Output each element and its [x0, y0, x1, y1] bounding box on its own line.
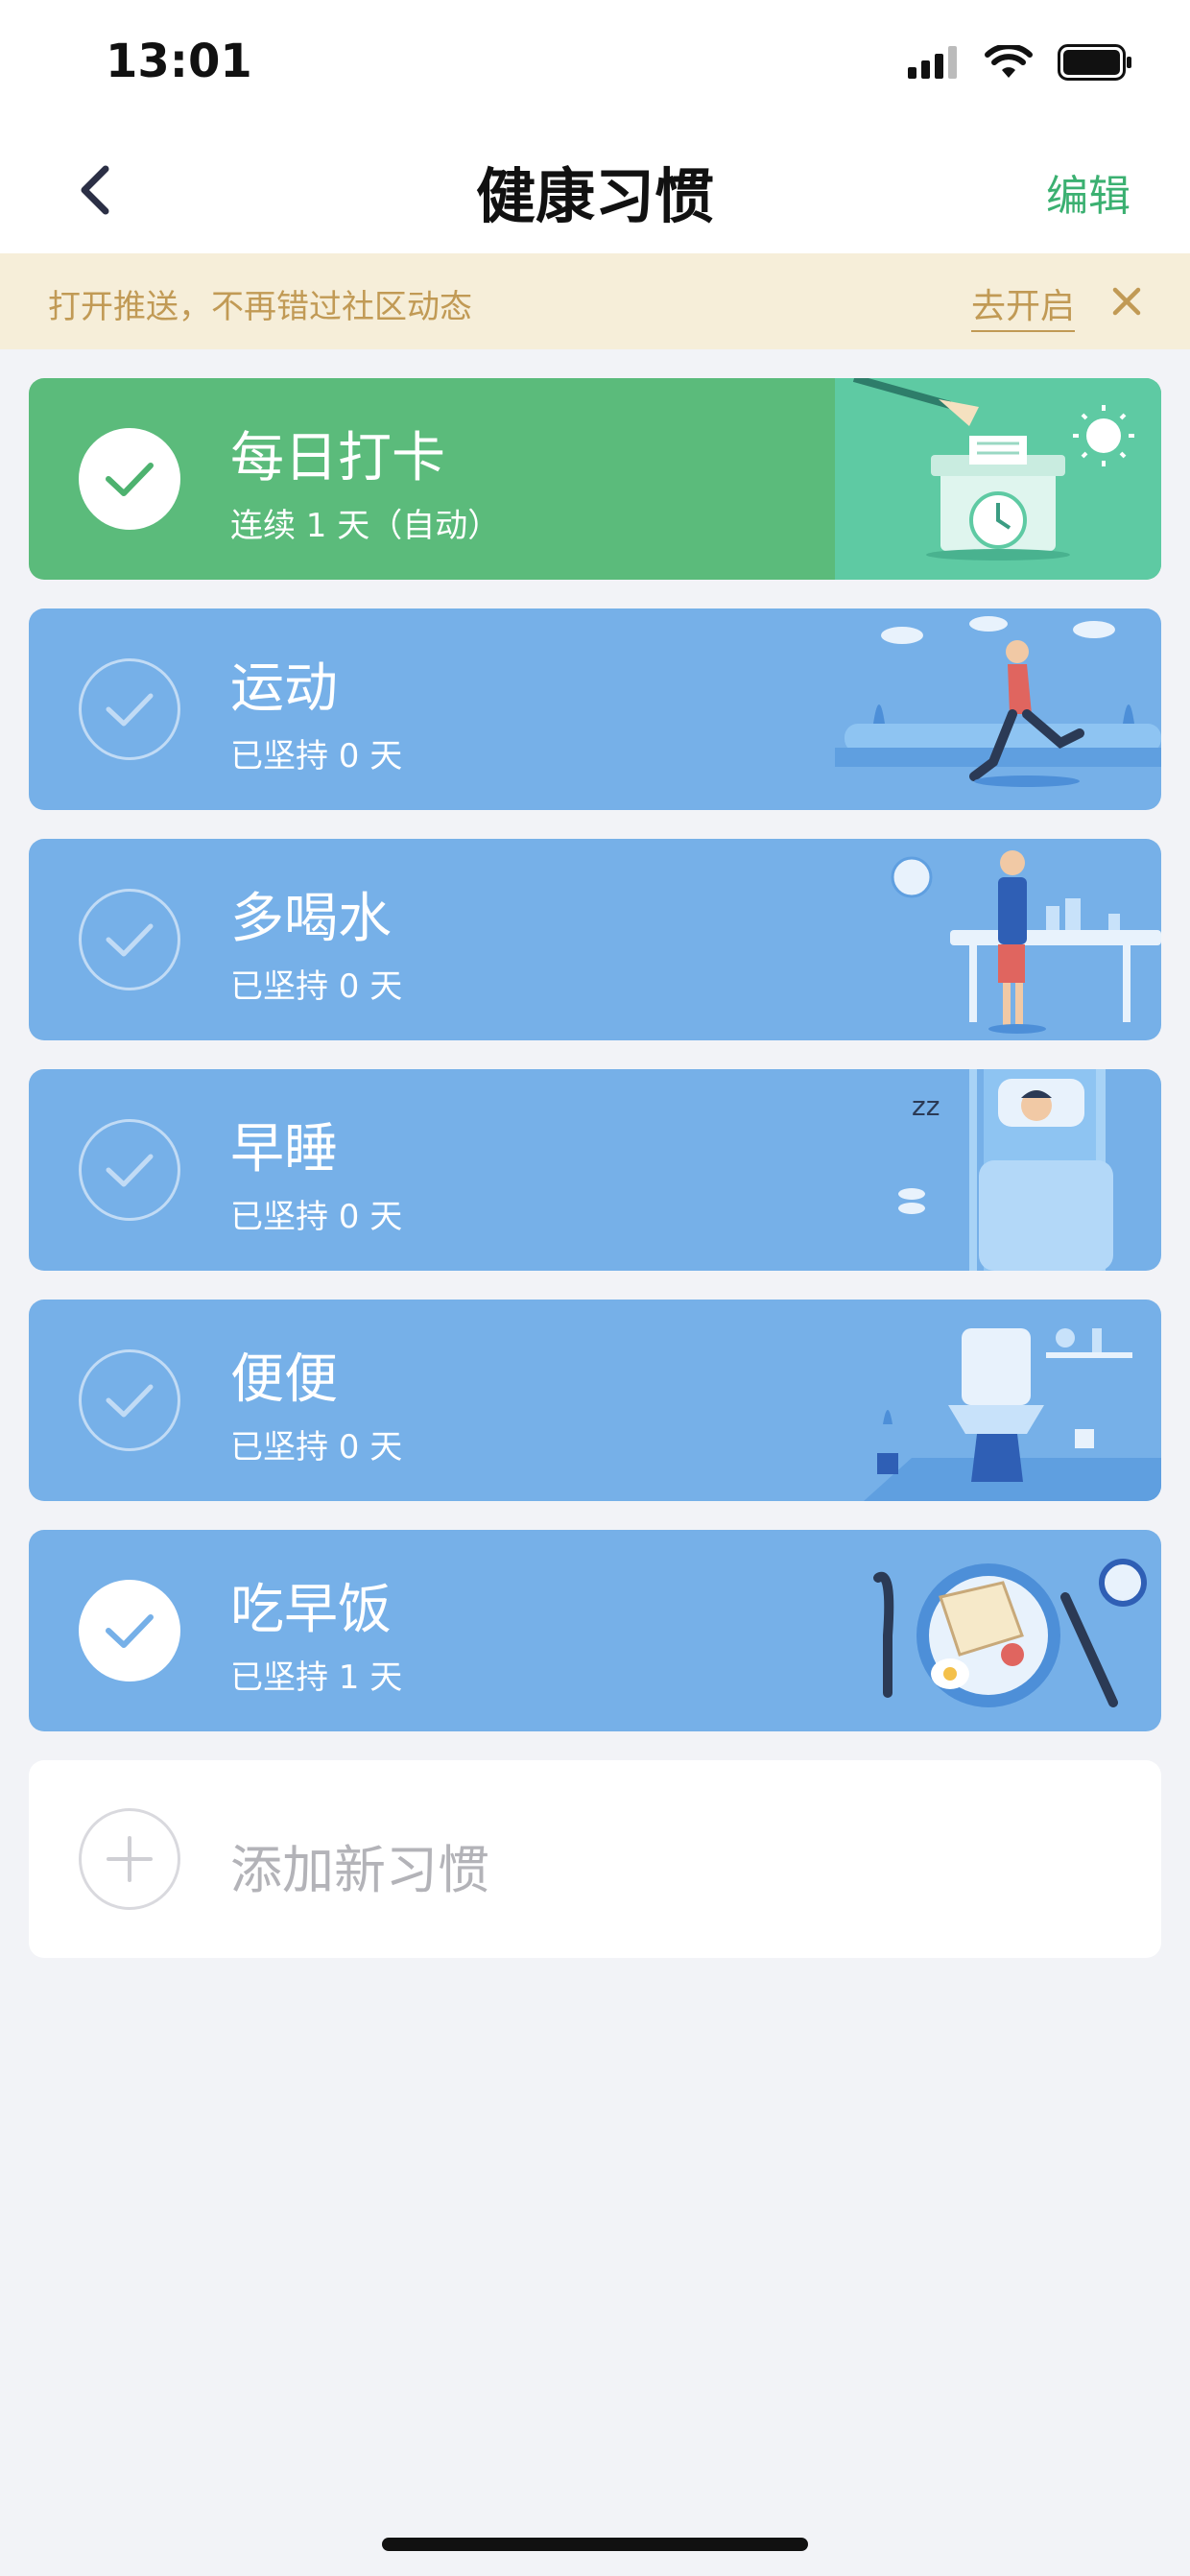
habit-card-bowel[interactable]: 便便 已坚持 0 天 [29, 1300, 1161, 1501]
checkmark-done-button[interactable] [79, 1580, 180, 1682]
plus-circle [79, 1808, 180, 1910]
check-icon [106, 693, 154, 727]
status-time: 13:01 [106, 35, 252, 88]
checkmark-todo-button[interactable] [79, 889, 180, 990]
runner-icon [835, 616, 1161, 787]
toilet-icon [864, 1328, 1161, 1501]
habit-card-sleep-early[interactable]: 早睡 已坚持 0 天 zz [29, 1069, 1161, 1271]
habit-subtitle: 已坚持 1 天 [230, 1658, 403, 1697]
habit-title: 运动 [230, 657, 338, 720]
habit-title: 多喝水 [230, 888, 392, 950]
health-habits-page: 13:01 健康习惯 编辑 打开推送，不再错过社区动态 去开启 每日打卡 连续 … [0, 0, 1190, 2576]
check-icon [106, 1384, 154, 1418]
habit-card-daily-checkin[interactable]: 每日打卡 连续 1 天（自动） [29, 378, 1161, 580]
habit-title: 便便 [230, 1348, 338, 1411]
battery-icon [1058, 44, 1131, 81]
habit-card-breakfast[interactable]: 吃早饭 已坚持 1 天 [29, 1530, 1161, 1731]
breakfast-plate-icon [873, 1559, 1147, 1707]
drinking-person-icon [891, 850, 1161, 1034]
status-bar: 13:01 [0, 0, 1190, 127]
cellular-signal-icon [908, 46, 957, 79]
checkmark-done-button[interactable] [79, 428, 180, 530]
check-icon [106, 1614, 154, 1648]
checkmark-todo-button[interactable] [79, 1119, 180, 1221]
close-icon [1112, 287, 1141, 316]
habit-card-exercise[interactable]: 运动 已坚持 0 天 [29, 608, 1161, 810]
habit-card-drink-water[interactable]: 多喝水 已坚持 0 天 [29, 839, 1161, 1040]
habit-subtitle: 已坚持 0 天 [230, 967, 403, 1006]
add-habit-button[interactable]: 添加新习惯 [29, 1760, 1161, 1958]
clock-box-icon [852, 378, 1134, 561]
check-icon [106, 463, 154, 496]
habit-subtitle: 连续 1 天（自动） [230, 507, 501, 545]
plus-icon [107, 1836, 153, 1882]
checkmark-todo-button[interactable] [79, 658, 180, 760]
check-icon [106, 923, 154, 957]
habit-subtitle: 已坚持 0 天 [230, 1428, 403, 1467]
home-indicator[interactable] [382, 2538, 808, 2551]
enable-push-link[interactable]: 去开启 [971, 278, 1076, 332]
push-notification-banner: 打开推送，不再错过社区动态 去开启 [0, 253, 1190, 349]
habit-title: 每日打卡 [230, 427, 445, 489]
sleeping-bed-icon: zz [898, 1069, 1113, 1271]
check-icon [106, 1154, 154, 1187]
checkmark-todo-button[interactable] [79, 1349, 180, 1451]
push-banner-text: 打开推送，不再错过社区动态 [48, 288, 472, 326]
svg-text:zz: zz [912, 1090, 940, 1122]
habit-subtitle: 已坚持 0 天 [230, 1198, 403, 1236]
wifi-icon [985, 45, 1033, 78]
habit-subtitle: 已坚持 0 天 [230, 737, 403, 775]
habit-title: 早睡 [230, 1118, 338, 1181]
add-habit-label: 添加新习惯 [230, 1840, 489, 1900]
status-icons [908, 44, 1132, 81]
nav-bar: 健康习惯 编辑 [0, 127, 1190, 253]
page-title: 健康习惯 [475, 161, 714, 231]
close-banner-button[interactable] [1107, 282, 1146, 321]
edit-button[interactable]: 编辑 [1046, 161, 1130, 223]
habit-title: 吃早饭 [230, 1579, 392, 1641]
